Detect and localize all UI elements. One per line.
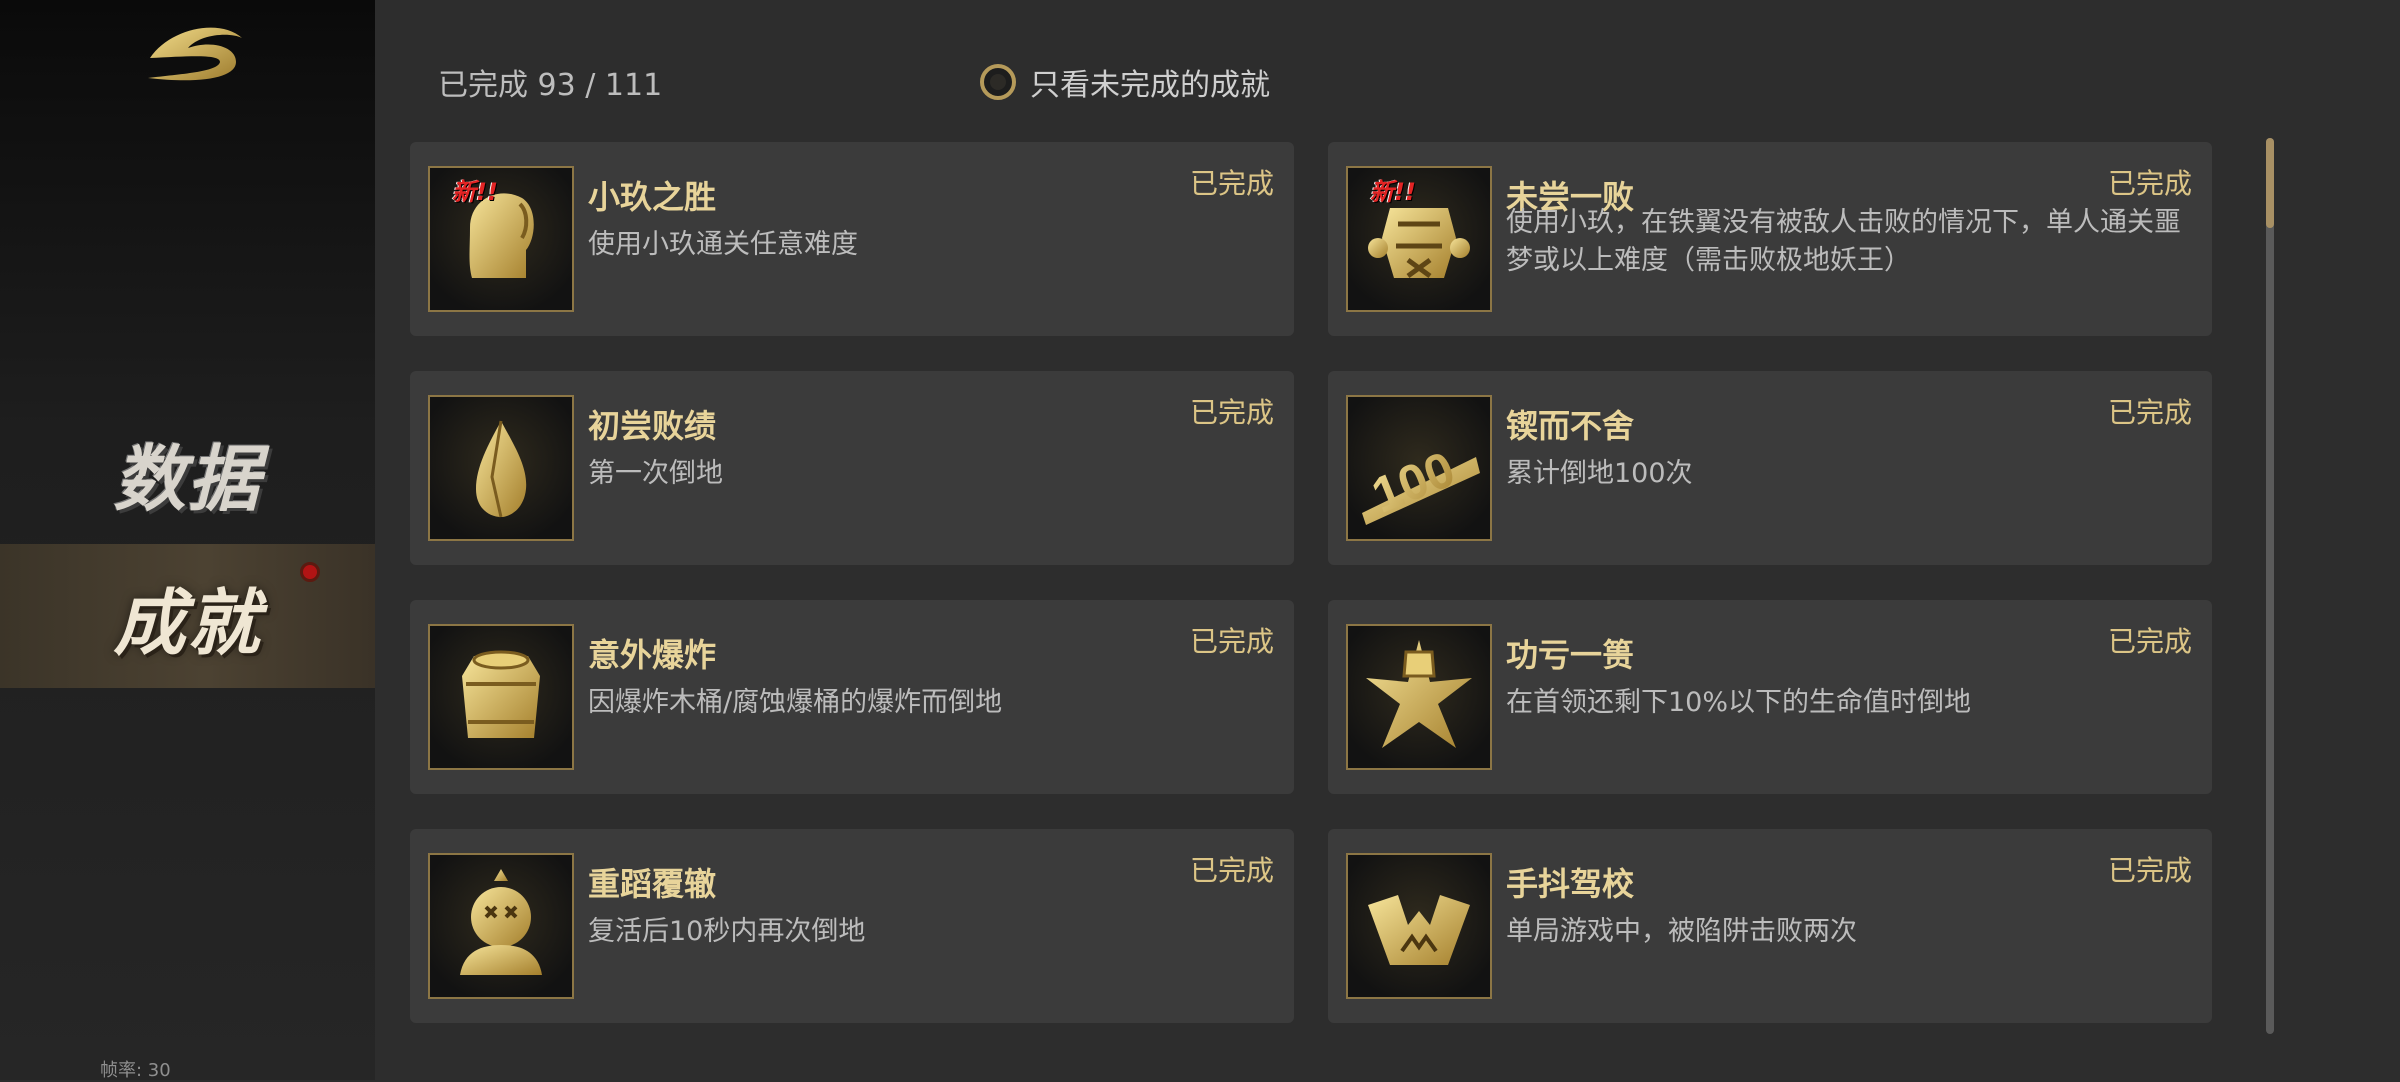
achievement-card[interactable]: 重蹈覆辙 复活后10秒内再次倒地 已完成 xyxy=(410,829,1294,1023)
filter-label: 只看未完成的成就 xyxy=(1030,68,1270,103)
achievement-title: 重蹈覆辙 xyxy=(588,865,717,903)
achievement-title: 锲而不舍 xyxy=(1506,407,1635,445)
achievement-description: 第一次倒地 xyxy=(588,458,723,489)
achievement-title: 功亏一篑 xyxy=(1506,636,1635,674)
nav-tab-achievements[interactable]: 成就 xyxy=(0,544,375,688)
achievement-card[interactable]: 手抖驾校 单局游戏中，被陷阱击败两次 已完成 xyxy=(1328,829,2212,1023)
achievement-card[interactable]: 100 锲而不舍 累计倒地100次 已完成 xyxy=(1328,371,2212,565)
new-badge: 新!! xyxy=(452,178,498,206)
filter-radio-button[interactable] xyxy=(980,64,1016,100)
achievement-status: 已完成 xyxy=(1189,854,1274,887)
achievement-title: 小玖之胜 xyxy=(588,178,717,216)
achievement-description: 在首领还剩下10%以下的生命值时倒地 xyxy=(1506,687,1972,718)
hundred-icon: 100 xyxy=(1346,395,1492,541)
achievement-status: 已完成 xyxy=(1189,625,1274,658)
achievement-card[interactable]: 功亏一篑 在首领还剩下10%以下的生命值时倒地 已完成 xyxy=(1328,600,2212,794)
achievement-description: 单局游戏中，被陷阱击败两次 xyxy=(1506,916,1857,947)
achievement-status: 已完成 xyxy=(1189,167,1274,200)
achievement-title: 手抖驾校 xyxy=(1506,865,1635,903)
incomplete-filter-toggle[interactable]: 只看未完成的成就 xyxy=(980,60,1270,104)
achievement-title: 初尝败绩 xyxy=(588,407,717,445)
achievement-status: 已完成 xyxy=(2107,625,2192,658)
achievement-card[interactable]: 意外爆炸 因爆炸木桶/腐蚀爆桶的爆炸而倒地 已完成 xyxy=(410,600,1294,794)
achievement-card[interactable]: 初尝败绩 第一次倒地 已完成 xyxy=(410,371,1294,565)
drop-icon xyxy=(428,395,574,541)
head-icon: 新!! xyxy=(428,166,574,312)
completion-progress: 已完成 93 / 111 xyxy=(438,68,663,103)
achievement-list-scrollbar[interactable] xyxy=(2266,138,2274,1034)
game-logo-icon xyxy=(140,18,250,90)
nav-tab-data[interactable]: 数据 xyxy=(0,400,375,544)
nav-tab-achievements-label: 成就 xyxy=(113,579,262,665)
nav-tab-data-label: 数据 xyxy=(113,435,262,521)
burst-icon xyxy=(1346,624,1492,770)
achievement-description: 累计倒地100次 xyxy=(1506,458,1693,489)
fps-counter: 帧率: 30 xyxy=(100,1060,171,1081)
sidebar: 数据 成就 帧率: 30 xyxy=(0,0,375,1081)
barrel-icon xyxy=(428,624,574,770)
new-badge: 新!! xyxy=(1370,178,1416,206)
achievement-status: 已完成 xyxy=(2107,854,2192,887)
achievement-card[interactable]: 新!! 未尝一败 使用小玖，在铁翼没有被敌人击败的情况下，单人通关噩梦或以上难度… xyxy=(1328,142,2212,336)
ko-figure-icon xyxy=(428,853,574,999)
achievement-description: 使用小玖，在铁翼没有被敌人击败的情况下，单人通关噩梦或以上难度（需击败极地妖王） xyxy=(1506,207,2181,276)
achievement-description: 复活后10秒内再次倒地 xyxy=(588,916,866,947)
trap-icon xyxy=(1346,853,1492,999)
notification-dot xyxy=(300,562,320,582)
achievement-status: 已完成 xyxy=(2107,167,2192,200)
armor-icon: 新!! xyxy=(1346,166,1492,312)
achievement-description: 使用小玖通关任意难度 xyxy=(588,229,858,260)
achievement-title: 意外爆炸 xyxy=(588,636,717,674)
achievement-status: 已完成 xyxy=(1189,396,1274,429)
achievement-description: 因爆炸木桶/腐蚀爆桶的爆炸而倒地 xyxy=(588,687,1003,718)
achievement-card[interactable]: 新!! 小玖之胜 使用小玖通关任意难度 已完成 xyxy=(410,142,1294,336)
scrollbar-thumb[interactable] xyxy=(2266,138,2274,228)
achievement-status: 已完成 xyxy=(2107,396,2192,429)
